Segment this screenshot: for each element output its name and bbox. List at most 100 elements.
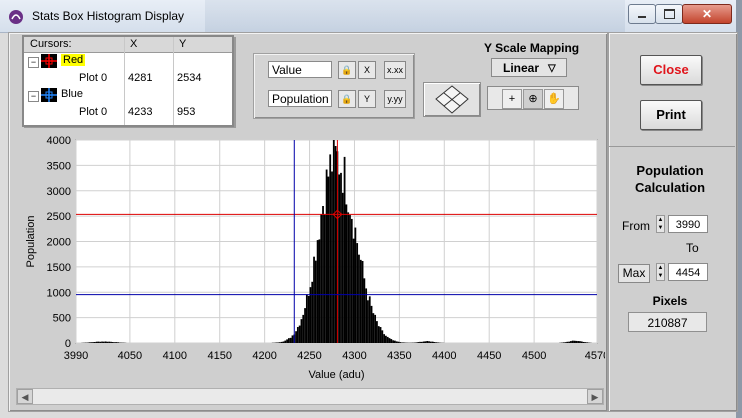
population-calc-title: Population Calculation	[611, 162, 729, 196]
histogram-bar	[320, 214, 323, 343]
x-tick-label: 4400	[432, 350, 456, 362]
histogram-bar	[422, 341, 425, 343]
to-field[interactable]: 4454	[668, 263, 708, 281]
population-calc-title-line1: Population	[636, 163, 704, 178]
histogram-bar	[282, 341, 285, 343]
histogram-bar	[402, 342, 405, 343]
histogram-bar	[104, 341, 107, 343]
max-button[interactable]: Max	[618, 264, 650, 283]
histogram-bar	[313, 256, 315, 343]
minimize-button[interactable]	[628, 4, 656, 24]
y-tick-label: 500	[53, 313, 71, 325]
histogram-bar	[95, 341, 98, 343]
histogram-bar	[395, 341, 398, 343]
histogram-bar	[110, 341, 112, 343]
histogram-bar	[390, 339, 393, 343]
histogram-bar	[354, 227, 357, 343]
cursor-list[interactable]: Cursors: X Y − Red Plot 0 4281 2534 − Bl…	[22, 35, 234, 127]
histogram-bar	[295, 331, 297, 343]
histogram-bar	[586, 342, 589, 343]
cursor-red-x: 4281	[128, 72, 153, 84]
y-autoscale-button[interactable]: Y	[358, 90, 376, 108]
histogram-bar	[111, 342, 114, 343]
y-scale-select[interactable]: Linear ▽	[491, 58, 567, 77]
column-divider	[173, 37, 174, 125]
histogram-bar	[347, 212, 350, 343]
format-x-icon: x.xx	[386, 65, 403, 75]
y-tick-label: 2500	[47, 211, 71, 223]
histogram-bar	[573, 340, 576, 343]
autoscale-y-icon: Y	[363, 94, 370, 104]
histogram-bar	[431, 341, 434, 343]
histogram-bar	[577, 341, 580, 343]
histogram-bar	[349, 215, 351, 343]
cursor-list-header: Cursors: X Y	[24, 37, 232, 53]
histogram-bar	[338, 174, 341, 343]
close-button[interactable]: Close	[640, 55, 702, 85]
crosshair-tool[interactable]: +	[502, 89, 522, 109]
histogram-bar	[90, 342, 93, 343]
from-field[interactable]: 3990	[668, 215, 708, 233]
x-tick-label: 4500	[522, 350, 546, 362]
x-format-button[interactable]: x.xx	[384, 61, 406, 79]
to-spinner[interactable]: ▲ ▼	[656, 263, 665, 281]
horizontal-scrollbar[interactable]: ◀ ▶	[16, 388, 604, 405]
cursor-blue-label[interactable]: Blue	[61, 88, 83, 100]
histogram-bar	[318, 239, 321, 343]
histogram-bar	[106, 341, 109, 343]
cursor-move-button[interactable]	[423, 82, 481, 117]
zoom-tool[interactable]: ⊕	[523, 89, 543, 109]
scroll-left-button[interactable]: ◀	[17, 389, 33, 404]
x-axis-label: Value (adu)	[308, 369, 364, 381]
histogram-bar	[420, 341, 423, 343]
collapse-icon[interactable]: −	[28, 57, 39, 68]
scroll-right-button[interactable]: ▶	[587, 389, 603, 404]
window-close-button[interactable]: ✕	[682, 4, 732, 24]
collapse-icon[interactable]: −	[28, 91, 39, 102]
histogram-chart[interactable]: 0 500 1000 1500 2000 2500 3000 3500 4000 3990 4050…	[16, 128, 605, 385]
minimize-icon	[638, 16, 646, 18]
pixels-label: Pixels	[652, 294, 688, 308]
x-axis-name-field[interactable]: Value	[268, 61, 332, 78]
histogram-bar	[368, 296, 371, 343]
histogram-bar	[399, 342, 402, 343]
histogram-bar	[428, 341, 430, 343]
x-tick-label: 4050	[118, 350, 142, 362]
x-autoscale-button[interactable]: X	[358, 61, 376, 79]
y-scale-label: Y Scale Mapping	[484, 41, 580, 55]
histogram-bar	[415, 342, 418, 343]
histogram-bar	[296, 327, 299, 343]
y-tick-label: 3500	[47, 160, 71, 172]
histogram-bar	[356, 243, 359, 343]
x-lock-button[interactable]: 🔒	[338, 61, 356, 79]
histogram-bar	[280, 341, 283, 343]
histogram-bar	[329, 154, 332, 343]
histogram-bar	[305, 294, 308, 343]
y-format-button[interactable]: y.yy	[384, 90, 406, 108]
histogram-bar	[289, 337, 292, 343]
y-lock-button[interactable]: 🔒	[338, 90, 356, 108]
x-tick-label: 4250	[297, 350, 321, 362]
histogram-bar	[571, 340, 574, 343]
histogram-bar	[340, 172, 342, 343]
arrow-right-icon: ▶	[591, 392, 599, 402]
x-tick-label: 3990	[64, 350, 88, 362]
y-axis-name-field[interactable]: Population	[268, 90, 332, 107]
from-spinner[interactable]: ▲ ▼	[656, 215, 665, 233]
histogram-bar	[277, 342, 280, 343]
to-label: To	[686, 241, 699, 255]
x-tick-label: 4450	[477, 350, 501, 362]
histogram-bar	[566, 341, 569, 343]
cursor-red-label[interactable]: Red	[61, 54, 86, 66]
spin-updown-icon: ▲ ▼	[657, 265, 664, 279]
histogram-bar	[300, 319, 303, 343]
print-button[interactable]: Print	[640, 100, 702, 130]
pan-tool[interactable]: ✋	[544, 89, 564, 109]
spin-updown-icon: ▲ ▼	[657, 217, 664, 231]
histogram-bar	[365, 288, 368, 343]
window-title: Stats Box Histogram Display	[32, 9, 185, 23]
histogram-bar	[426, 341, 429, 343]
histogram-bar	[377, 326, 380, 343]
maximize-button[interactable]	[655, 4, 683, 24]
cursor-red-y: 2534	[177, 72, 202, 84]
